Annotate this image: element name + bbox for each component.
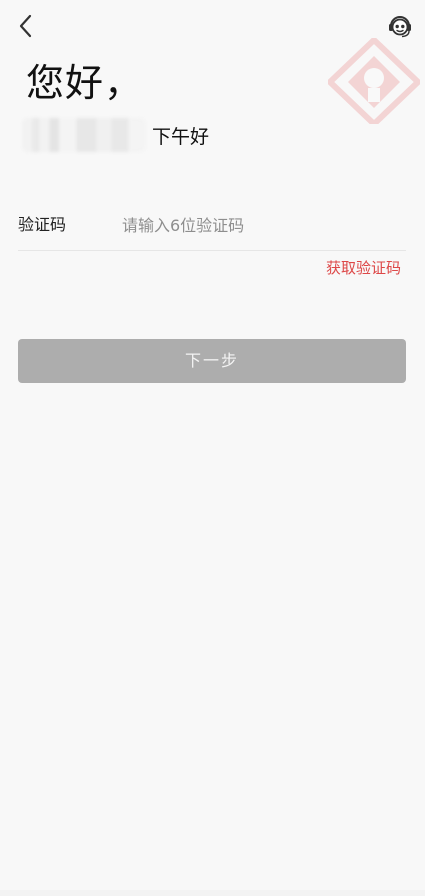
bottom-edge bbox=[0, 890, 425, 896]
next-step-button[interactable]: 下一步 bbox=[18, 339, 406, 383]
greeting-title: 您好， bbox=[26, 61, 144, 105]
masked-user-name bbox=[22, 118, 146, 152]
verification-code-label: 验证码 bbox=[18, 215, 67, 234]
customer-service-icon bbox=[389, 16, 411, 38]
back-button[interactable] bbox=[12, 10, 42, 42]
customer-service-button[interactable] bbox=[386, 12, 414, 40]
get-code-button[interactable]: 获取验证码 bbox=[326, 257, 401, 279]
time-greeting: 下午好 bbox=[152, 126, 210, 148]
input-divider bbox=[18, 250, 406, 251]
chevron-left-icon bbox=[19, 14, 32, 38]
verification-screen: 您好， 下午好 验证码 获取验证码 下一步 bbox=[0, 0, 425, 896]
verification-code-input[interactable] bbox=[120, 210, 404, 240]
bank-logo-watermark bbox=[325, 35, 423, 129]
